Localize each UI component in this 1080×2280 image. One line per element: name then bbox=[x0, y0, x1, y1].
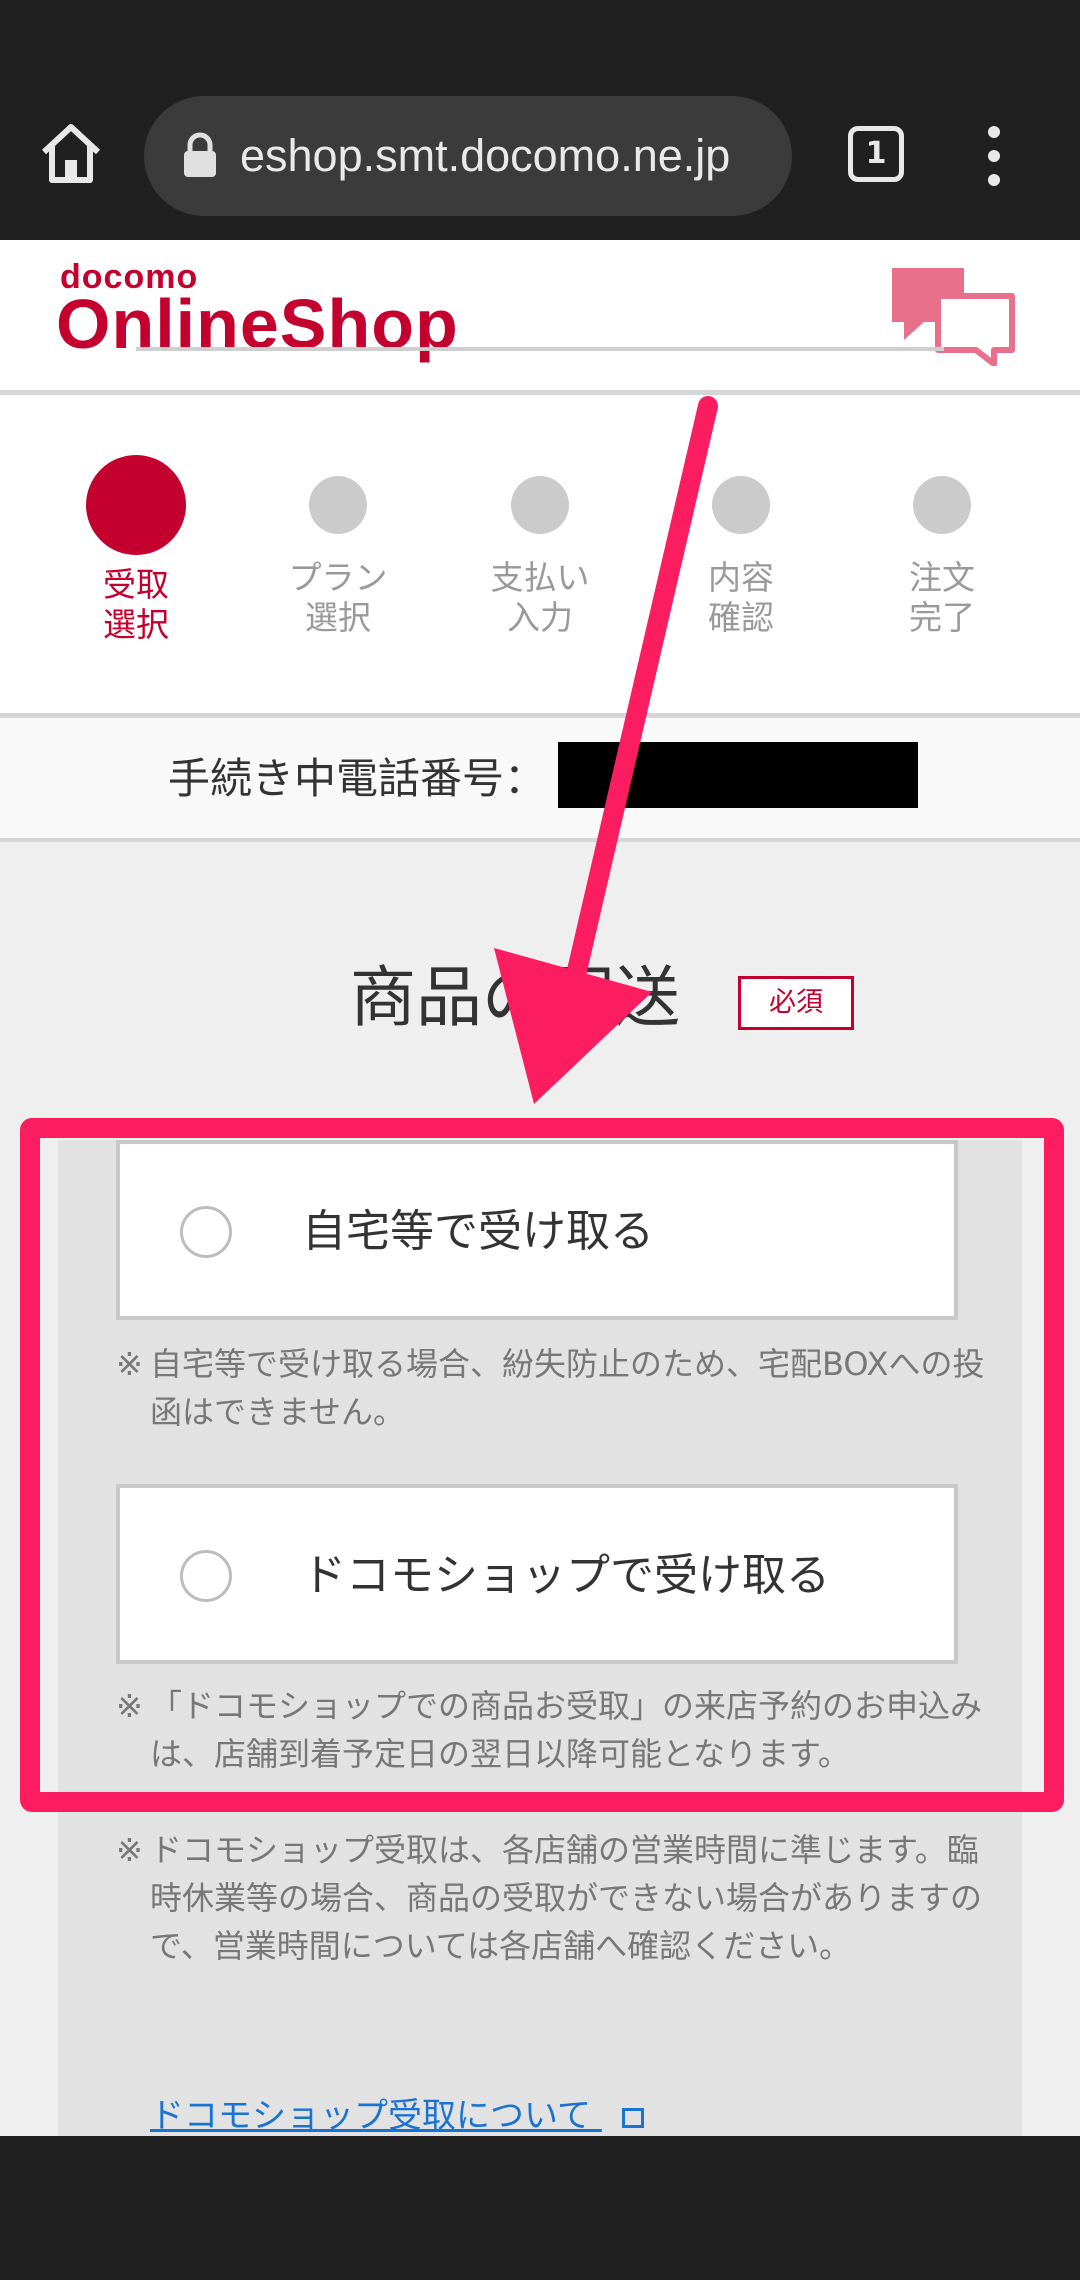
shop-note-2-text: ドコモショップ受取は、各店舗の営業時間に準じます。臨時休業等の場合、商品の受取が… bbox=[150, 1831, 983, 1965]
phone-number-label: 手続き中電話番号： bbox=[168, 754, 547, 803]
section-title: 商品の配送 bbox=[350, 959, 680, 1036]
step-4: 内容 確認 bbox=[661, 476, 821, 638]
browser-toolbar: eshop.smt.docomo.ne.jp 1 bbox=[0, 0, 1080, 240]
step-label: 支払い 入力 bbox=[490, 558, 590, 637]
logo-onlineshop-text[interactable]: OnlineShop bbox=[56, 284, 459, 364]
system-navigation-bar bbox=[0, 2136, 1080, 2280]
step-dot bbox=[309, 476, 367, 534]
tab-switcher-button[interactable]: 1 bbox=[848, 126, 904, 182]
shop-pickup-note-2: ※ ドコモショップ受取は、各店舗の営業時間に準じます。臨時休業等の場合、商品の受… bbox=[116, 1826, 986, 1970]
step-2: プラン 選択 bbox=[258, 476, 418, 638]
site-header: docomo OnlineShop bbox=[0, 240, 1080, 395]
step-dot bbox=[712, 476, 770, 534]
step-label: 注文 完了 bbox=[909, 558, 975, 637]
redacted-phone-number bbox=[558, 742, 918, 808]
shop-pickup-info-link[interactable]: ドコモショップ受取について bbox=[150, 2092, 644, 2136]
step-dot-active bbox=[86, 455, 186, 555]
home-icon[interactable] bbox=[38, 120, 104, 186]
step-label: 受取 選択 bbox=[103, 565, 169, 644]
note-mark: ※ bbox=[116, 1831, 143, 1869]
address-bar[interactable]: eshop.smt.docomo.ne.jp bbox=[144, 96, 792, 216]
url-text: eshop.smt.docomo.ne.jp bbox=[240, 130, 731, 181]
link-text: ドコモショップ受取について bbox=[150, 2096, 591, 2136]
external-link-icon bbox=[621, 2107, 644, 2128]
step-dot bbox=[913, 476, 971, 534]
step-label: 内容 確認 bbox=[708, 558, 774, 637]
more-menu-icon[interactable] bbox=[976, 126, 1016, 186]
step-label: プラン 選択 bbox=[288, 558, 388, 637]
step-5: 注文 完了 bbox=[862, 476, 1022, 638]
phone-number-row: 手続き中電話番号： bbox=[0, 718, 1080, 842]
lock-icon bbox=[184, 132, 216, 177]
step-1: 受取 選択 bbox=[56, 455, 216, 645]
required-badge: 必須 bbox=[738, 976, 854, 1030]
annotation-highlight-box bbox=[20, 1118, 1064, 1812]
progress-line bbox=[136, 347, 944, 351]
step-3: 支払い 入力 bbox=[460, 476, 620, 638]
step-dot bbox=[511, 476, 569, 534]
